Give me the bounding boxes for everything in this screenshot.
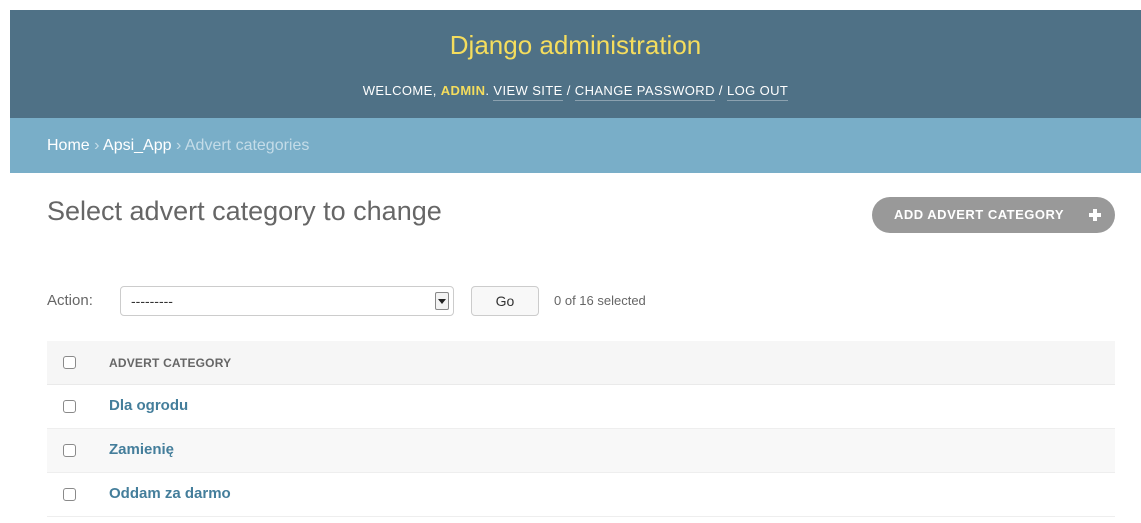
username: admin (440, 83, 486, 98)
add-button-label: ADD ADVERT CATEGORY (894, 207, 1065, 222)
action-select[interactable]: --------- (120, 286, 454, 316)
table-header: ADVERT CATEGORY (47, 341, 1115, 385)
page-title: Select advert category to change (47, 196, 442, 226)
table-row: Zamienię (47, 429, 1115, 473)
add-advert-category-button[interactable]: ADD ADVERT CATEGORY (872, 197, 1115, 233)
breadcrumb-current: Advert categories (184, 137, 310, 154)
go-button[interactable]: Go (471, 286, 539, 316)
user-tools: Welcome, admin. View site / Change passw… (10, 83, 1141, 101)
breadcrumb-home[interactable]: Home (47, 137, 90, 154)
header: Django administration Welcome, admin. Vi… (10, 10, 1141, 118)
breadcrumb: Home › Apsi_App › Advert categories (10, 118, 1141, 173)
separator: / (566, 83, 571, 98)
chevron-down-icon[interactable] (435, 292, 449, 310)
site-title: Django administration (449, 30, 702, 60)
breadcrumb-separator: › (94, 137, 100, 154)
breadcrumb-app[interactable]: Apsi_App (103, 137, 172, 154)
welcome-text: Welcome, (362, 83, 441, 98)
change-password-link[interactable]: Change password (574, 83, 715, 101)
column-header-advert-category[interactable]: ADVERT CATEGORY (109, 356, 231, 370)
selected-count: 0 of 16 selected (554, 293, 646, 308)
select-all-checkbox[interactable] (63, 356, 76, 369)
welcome-suffix: . (485, 83, 490, 98)
action-select-value: --------- (131, 293, 173, 309)
row-checkbox[interactable] (63, 444, 76, 457)
separator: / (718, 83, 723, 98)
row-link[interactable]: Zamienię (109, 441, 174, 458)
row-checkbox[interactable] (63, 400, 76, 413)
row-link[interactable]: Oddam za darmo (109, 485, 231, 502)
log-out-link[interactable]: Log out (726, 83, 789, 101)
table-row: Oddam za darmo (47, 473, 1115, 517)
table-row: Dla ogrodu (47, 385, 1115, 429)
row-link[interactable]: Dla ogrodu (109, 397, 188, 414)
action-label: Action: (47, 292, 93, 309)
result-list: ADVERT CATEGORY Dla ogrodu Zamienię Odda… (47, 341, 1115, 517)
plus-icon (1089, 209, 1101, 221)
breadcrumb-separator: › (175, 137, 182, 154)
row-checkbox[interactable] (63, 488, 76, 501)
view-site-link[interactable]: View site (493, 83, 563, 101)
